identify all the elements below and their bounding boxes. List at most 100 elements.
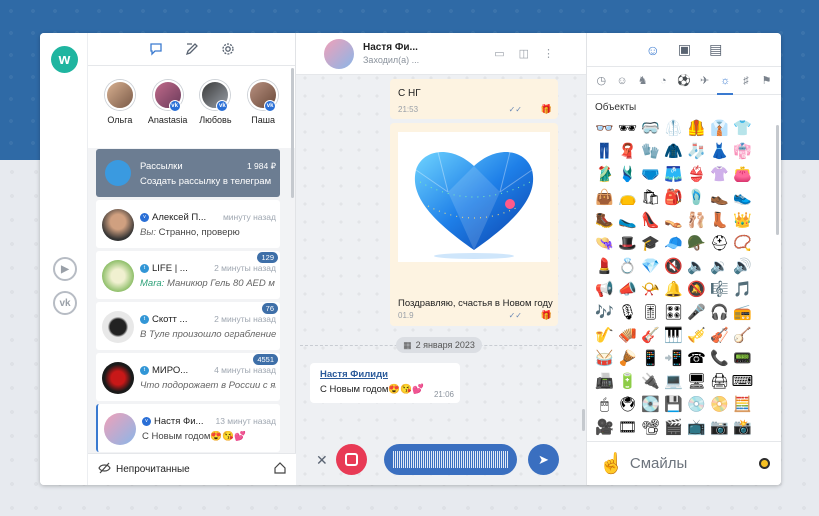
home-icon[interactable] [274, 462, 286, 477]
chat-item-selected[interactable]: v Настя Фи... 13 минут назад С Новым годом… [96, 404, 280, 452]
story-item[interactable]: Ольга [98, 80, 142, 148]
video-call-icon[interactable]: ▭ [494, 47, 504, 60]
app-logo-icon[interactable]: w [51, 46, 78, 73]
emoji-item[interactable]: 🧦 [685, 140, 708, 163]
unread-filter-icon[interactable] [98, 462, 111, 477]
emoji-item[interactable]: 🎬 [662, 416, 685, 439]
emoji-item[interactable]: 👖 [593, 140, 616, 163]
emoji-item[interactable]: 🎧 [708, 301, 731, 324]
more-menu-icon[interactable]: ⋮ [543, 47, 554, 60]
emoji-item[interactable]: 🖱 [593, 393, 616, 416]
emoji-item[interactable]: 👛 [731, 163, 754, 186]
emoji-item[interactable]: 🧤 [639, 140, 662, 163]
emoji-item[interactable]: 🎺 [685, 324, 708, 347]
emoji-item[interactable]: 🥼 [662, 117, 685, 140]
emoji-item[interactable]: 👔 [708, 117, 731, 140]
emoji-item[interactable]: ⛑ [708, 232, 731, 255]
chat-list-scrollbar[interactable] [291, 68, 294, 198]
emoji-item[interactable]: 🕶 [616, 117, 639, 140]
emoji-item[interactable]: 🧣 [616, 140, 639, 163]
emoji-item[interactable]: 👑 [731, 209, 754, 232]
chat-item[interactable]: t Скотт ... 2 минуты назад В Туле произошл… [96, 302, 280, 350]
emoji-item[interactable]: 📲 [662, 347, 685, 370]
emoji-item[interactable]: 🔇 [662, 255, 685, 278]
emoji-item[interactable]: 📣 [616, 278, 639, 301]
emoji-item[interactable]: 👕 [731, 117, 754, 140]
emoji-item[interactable]: ☎ [685, 347, 708, 370]
emoji-item[interactable]: 🎹 [662, 324, 685, 347]
emoji-item[interactable]: 🩰 [685, 209, 708, 232]
emoji-item[interactable]: 💍 [616, 255, 639, 278]
emoji-item[interactable]: 🥁 [593, 347, 616, 370]
message-author[interactable]: Настя Филиди [320, 369, 388, 380]
emoji-item[interactable]: 👓 [593, 117, 616, 140]
emoji-item[interactable]: 👘 [731, 140, 754, 163]
gift-icon[interactable]: 🎁 [541, 104, 552, 115]
story-item[interactable]: vk Любовь [193, 80, 237, 148]
emoji-item[interactable]: 👙 [685, 163, 708, 186]
skin-tone-selector[interactable] [759, 458, 770, 469]
emoji-item[interactable]: 💎 [639, 255, 662, 278]
emoji-item[interactable]: 📸 [731, 416, 754, 439]
stop-recording-button[interactable] [336, 444, 367, 475]
emoji-item[interactable]: 🔔 [662, 278, 685, 301]
emoji-item[interactable]: 🩳 [662, 163, 685, 186]
symbols-icon[interactable]: ♯ [738, 67, 754, 95]
story-item[interactable]: vk Anastasia [146, 80, 190, 148]
emoji-item[interactable]: 🩲 [639, 163, 662, 186]
emoji-item[interactable]: 🔉 [708, 255, 731, 278]
emoji-item[interactable]: 🩱 [616, 163, 639, 186]
emoji-item[interactable]: 👚 [708, 163, 731, 186]
animals-icon[interactable]: ♞ [635, 67, 651, 95]
recent-icon[interactable]: ◷ [593, 67, 609, 95]
chat-item[interactable]: t LIFE | ... 2 минуты назад Mara: Маникюр … [96, 251, 280, 299]
compose-icon[interactable] [183, 40, 201, 58]
emoji-item[interactable]: 📿 [731, 232, 754, 255]
contact-name[interactable]: Настя Фи... [363, 42, 418, 53]
emoji-item[interactable]: 👒 [593, 232, 616, 255]
emoji-item[interactable]: 👝 [616, 186, 639, 209]
emoji-item[interactable]: 📱 [639, 347, 662, 370]
emoji-item[interactable]: 📢 [593, 278, 616, 301]
emoji-item[interactable]: 📽 [639, 416, 662, 439]
emoji-item[interactable]: 🎸 [639, 324, 662, 347]
layout-icon[interactable]: ◫ [519, 47, 529, 60]
conversation-scrollbar[interactable] [582, 409, 585, 431]
smile-icon[interactable]: ☺ [646, 42, 660, 58]
chat-icon[interactable] [147, 40, 165, 58]
emoji-item[interactable]: 🖲 [616, 393, 639, 416]
emoji-item[interactable]: 🦺 [685, 117, 708, 140]
emoji-item[interactable]: 🔊 [731, 255, 754, 278]
emoji-item[interactable]: 🧢 [662, 232, 685, 255]
emoji-item[interactable]: 💾 [662, 393, 685, 416]
emoji-item[interactable]: 🧥 [662, 140, 685, 163]
vk-icon[interactable]: vk [53, 291, 77, 315]
emoji-item[interactable]: 📷 [708, 416, 731, 439]
chat-item[interactable]: v Алексей П... минуту назад Вы: Странно, п… [96, 200, 280, 248]
emoji-item[interactable]: 🎼 [708, 278, 731, 301]
emoji-item[interactable]: 🎶 [593, 301, 616, 324]
cancel-recording-icon[interactable]: ✕ [316, 452, 328, 469]
emoji-item[interactable]: 🥿 [616, 209, 639, 232]
gif-icon[interactable]: ▤ [709, 41, 722, 58]
emoji-item[interactable]: 🪘 [616, 347, 639, 370]
emoji-item[interactable]: 👜 [593, 186, 616, 209]
emoji-item[interactable]: 🎞 [616, 416, 639, 439]
flags-icon[interactable]: ⚑ [759, 67, 775, 95]
emoji-item[interactable]: 📟 [731, 347, 754, 370]
emoji-item[interactable]: 🪖 [685, 232, 708, 255]
emoji-item[interactable]: 💻 [662, 370, 685, 393]
sticker-icon[interactable]: ▣ [678, 41, 691, 58]
emoji-item[interactable]: 💽 [639, 393, 662, 416]
emoji-item[interactable]: 🧮 [731, 393, 754, 416]
emoji-item[interactable]: 📻 [731, 301, 754, 324]
emoji-item[interactable]: 💿 [685, 393, 708, 416]
emoji-item[interactable]: 🎚 [639, 301, 662, 324]
emoji-item[interactable]: 🥽 [639, 117, 662, 140]
gift-icon[interactable]: 🎁 [541, 310, 552, 321]
emoji-item[interactable]: 🥾 [593, 209, 616, 232]
food-icon[interactable]: ◔ [655, 67, 671, 95]
emoji-item[interactable]: 📯 [639, 278, 662, 301]
emoji-item[interactable]: 🎒 [662, 186, 685, 209]
story-item[interactable]: vk Паша [241, 80, 285, 148]
